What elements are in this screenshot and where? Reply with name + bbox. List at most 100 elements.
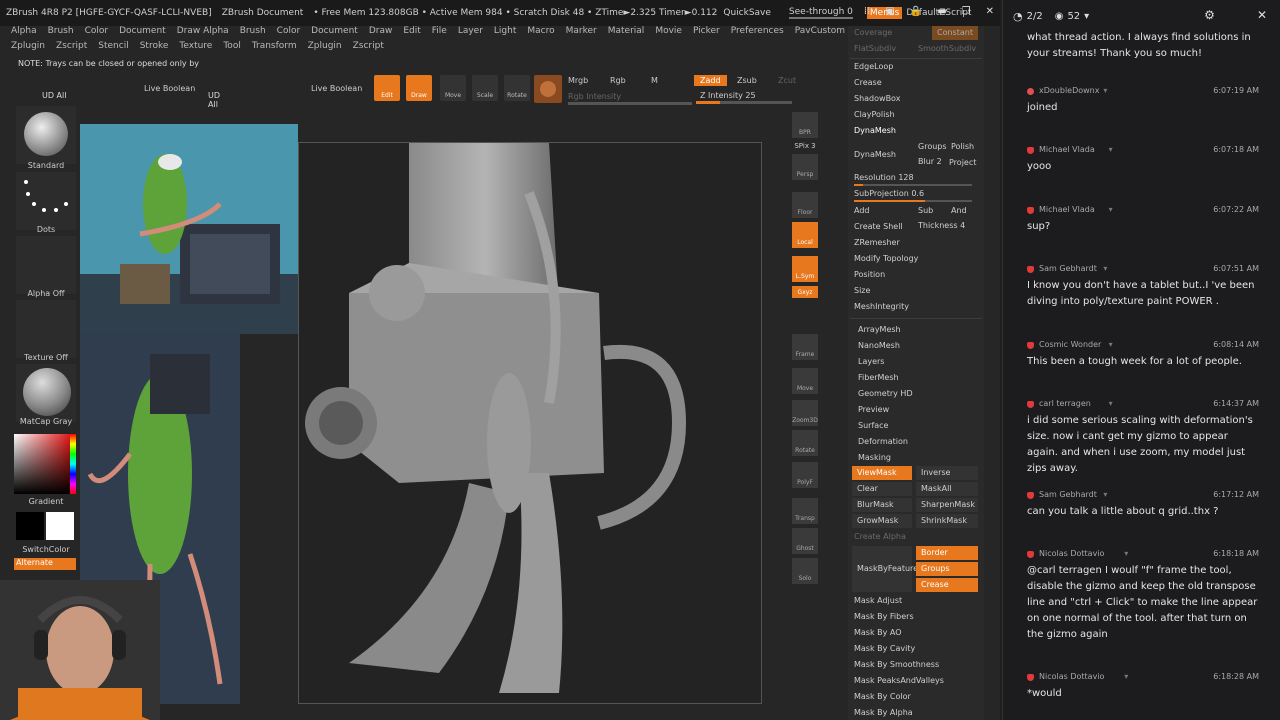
thickness-slider[interactable]: Thickness 4 xyxy=(918,221,965,230)
project-toggle[interactable]: Project xyxy=(949,158,976,167)
flatsubdiv-slider[interactable]: FlatSubdiv xyxy=(854,44,896,53)
polish-toggle[interactable]: Polish xyxy=(951,142,974,151)
menu-zplugin[interactable]: Zplugin xyxy=(11,41,45,56)
sharpenmask-button[interactable]: SharpenMask xyxy=(916,498,978,512)
maskall-button[interactable]: MaskAll xyxy=(916,482,978,496)
quicksave-button[interactable]: QuickSave xyxy=(723,8,771,18)
meshintegrity-item[interactable]: MeshIntegrity xyxy=(854,302,909,311)
polyf-button[interactable]: PolyF xyxy=(792,462,818,488)
chat-message-menu-icon[interactable]: ▾ xyxy=(1109,399,1113,408)
chat-username[interactable]: Michael Vlada xyxy=(1039,145,1095,154)
nanomesh-item[interactable]: NanoMesh xyxy=(858,341,900,350)
local-button[interactable]: Local xyxy=(792,222,818,248)
color-picker[interactable] xyxy=(14,434,76,494)
geometry-hd-item[interactable]: Geometry HD xyxy=(858,389,913,398)
chevron-down-icon[interactable]: ▾ xyxy=(1084,11,1089,22)
menu-draw-alpha[interactable]: Draw Alpha xyxy=(177,26,229,41)
chat-message-menu-icon[interactable]: ▾ xyxy=(1103,264,1107,273)
mrgb-button[interactable]: Mrgb xyxy=(568,76,588,85)
menu-stencil[interactable]: Stencil xyxy=(98,41,128,56)
persp-button[interactable]: Persp xyxy=(792,154,818,180)
floor-button[interactable]: Floor xyxy=(792,192,818,218)
shadowbox-item[interactable]: ShadowBox xyxy=(854,94,900,103)
chat-message-menu-icon[interactable]: ▾ xyxy=(1109,205,1113,214)
mask-adjust-item[interactable]: Mask Adjust xyxy=(854,596,902,605)
and-button[interactable]: And xyxy=(951,206,967,215)
constant-button[interactable]: Constant xyxy=(932,26,978,40)
preview-item[interactable]: Preview xyxy=(858,405,889,414)
minimize-icon[interactable]: ▬ xyxy=(937,6,946,17)
bpr-button[interactable]: BPR xyxy=(792,112,818,138)
chat-message-menu-icon[interactable]: ▾ xyxy=(1124,672,1128,681)
menu-tool[interactable]: Tool xyxy=(223,41,240,56)
spix-slider[interactable]: SPix 3 xyxy=(790,142,820,150)
menu-color[interactable]: Color xyxy=(277,26,301,41)
gear-icon[interactable]: ⚙ xyxy=(1204,8,1215,22)
blurmask-button[interactable]: BlurMask xyxy=(852,498,912,512)
lsym-button[interactable]: L.Sym xyxy=(792,256,818,282)
hue-slider[interactable] xyxy=(70,434,76,494)
ud-all-button-1[interactable]: UD All xyxy=(42,91,66,100)
restore-icon[interactable]: ❐ xyxy=(962,6,971,17)
surface-item[interactable]: Surface xyxy=(858,421,888,430)
chat-username[interactable]: Sam Gebhardt xyxy=(1039,264,1097,273)
frame-button[interactable]: Frame xyxy=(792,334,818,360)
lock-icon[interactable]: 🔒 xyxy=(910,6,922,17)
close-icon[interactable]: ✕ xyxy=(986,6,994,17)
mask-by-color-item[interactable]: Mask By Color xyxy=(854,692,911,701)
mask-by-alpha-item[interactable]: Mask By Alpha xyxy=(854,708,913,717)
arraymesh-item[interactable]: ArrayMesh xyxy=(858,325,901,334)
maskbyfeature-button[interactable]: MaskByFeature xyxy=(852,546,918,592)
menu-color[interactable]: Color xyxy=(85,26,109,41)
chat-message-menu-icon[interactable]: ▾ xyxy=(1109,145,1113,154)
matcap-thumb[interactable] xyxy=(16,364,76,422)
secondary-color-swatch[interactable] xyxy=(46,512,74,540)
deformation-item[interactable]: Deformation xyxy=(858,437,908,446)
layers-item[interactable]: Layers xyxy=(858,357,884,366)
palette-icon[interactable]: ▣ xyxy=(885,6,894,17)
subprojection-slider[interactable]: SubProjection 0.6 xyxy=(854,189,924,198)
alternate-button[interactable]: Alternate xyxy=(14,558,76,570)
menu-edit[interactable]: Edit xyxy=(403,26,420,41)
menu-brush[interactable]: Brush xyxy=(240,26,266,41)
chat-message-menu-icon[interactable]: ▾ xyxy=(1103,86,1107,95)
document-canvas[interactable] xyxy=(298,142,762,704)
chat-message-menu-icon[interactable]: ▾ xyxy=(1103,490,1107,499)
menu-picker[interactable]: Picker xyxy=(693,26,720,41)
zremesher-item[interactable]: ZRemesher xyxy=(854,238,900,247)
ghost-button[interactable]: Ghost xyxy=(792,528,818,554)
border-toggle[interactable]: Border xyxy=(916,546,978,560)
menu-brush[interactable]: Brush xyxy=(48,26,74,41)
menu-zscript[interactable]: Zscript xyxy=(56,41,87,56)
texture-thumb[interactable] xyxy=(16,300,76,358)
shrinkmask-button[interactable]: ShrinkMask xyxy=(916,514,978,528)
menu-texture[interactable]: Texture xyxy=(179,41,212,56)
fibermesh-item[interactable]: FiberMesh xyxy=(858,373,899,382)
zsub-button[interactable]: Zsub xyxy=(737,76,757,85)
primary-color-swatch[interactable] xyxy=(16,512,44,540)
chat-username[interactable]: Cosmic Wonder xyxy=(1039,340,1101,349)
close-icon[interactable]: ✕ xyxy=(1257,8,1267,22)
menu-zscript[interactable]: Zscript xyxy=(353,41,384,56)
create-alpha-button[interactable]: Create Alpha xyxy=(854,532,906,541)
brush-standard-thumb[interactable] xyxy=(16,106,76,164)
inverse-button[interactable]: Inverse xyxy=(916,466,978,480)
rotate-view-button[interactable]: Rotate xyxy=(792,430,818,456)
mask-by-ao-item[interactable]: Mask By AO xyxy=(854,628,902,637)
chat-username[interactable]: Michael Vlada xyxy=(1039,205,1095,214)
menu-preferences[interactable]: Preferences xyxy=(731,26,784,41)
mask-by-cavity-item[interactable]: Mask By Cavity xyxy=(854,644,915,653)
sub-button[interactable]: Sub xyxy=(918,206,933,215)
menu-alpha[interactable]: Alpha xyxy=(11,26,37,41)
layout-icon[interactable]: ⁞⁞ xyxy=(864,6,870,17)
menu-file[interactable]: File xyxy=(432,26,447,41)
menu-material[interactable]: Material xyxy=(608,26,645,41)
chat-message-menu-icon[interactable]: ▾ xyxy=(1109,340,1113,349)
menu-light[interactable]: Light xyxy=(494,26,516,41)
position-item[interactable]: Position xyxy=(854,270,885,279)
claypolish-item[interactable]: ClayPolish xyxy=(854,110,895,119)
viewmask-button[interactable]: ViewMask xyxy=(852,466,912,480)
move-button[interactable]: Move xyxy=(440,75,466,101)
menu-marker[interactable]: Marker xyxy=(566,26,597,41)
scale-button[interactable]: Scale xyxy=(472,75,498,101)
